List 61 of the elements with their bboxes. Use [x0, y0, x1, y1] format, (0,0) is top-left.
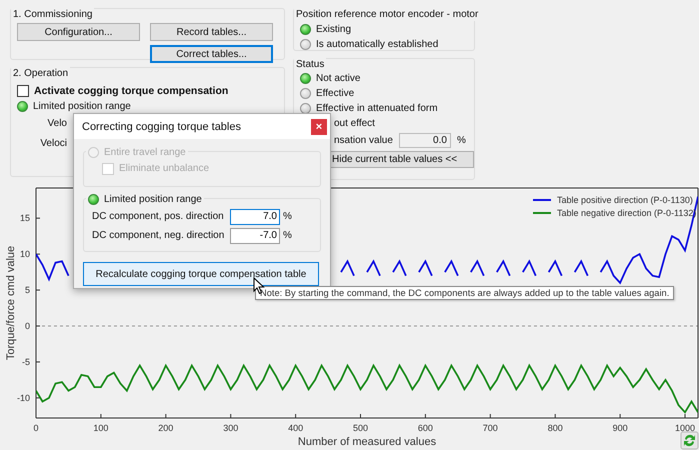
tick-label: 300 — [223, 423, 238, 433]
unit-label: % — [456, 134, 466, 146]
radio-label: Effective in attenuated form — [316, 103, 438, 114]
tick-label: 800 — [548, 423, 563, 433]
radio-button[interactable] — [17, 101, 28, 112]
tick-label: 600 — [418, 423, 433, 433]
tick-label: 700 — [482, 423, 498, 433]
tick-label: 900 — [612, 423, 628, 433]
tick-label: 0 — [34, 423, 38, 433]
tick-label: 0 — [24, 321, 30, 331]
field-label: nsation value — [334, 134, 393, 146]
tick-label: -5 — [22, 356, 30, 367]
tick-label: 10 — [20, 249, 30, 260]
legend-label: Table positive direction (P-0-1130) — [557, 195, 693, 205]
tick-label: 200 — [158, 423, 174, 433]
tooltip: Note: By starting the command, the DC components are always added up to the table values again. — [255, 286, 674, 300]
refresh-icon[interactable] — [680, 432, 698, 450]
radio-button[interactable] — [300, 103, 311, 114]
radio-button[interactable] — [300, 39, 311, 50]
radio-label: Effective — [316, 88, 354, 99]
dialog-title: Correcting cogging torque tables — [82, 120, 241, 132]
radio-button[interactable] — [88, 194, 99, 205]
tick-label: 400 — [288, 423, 304, 433]
tick-label: 5 — [24, 285, 30, 296]
radio-button[interactable] — [300, 88, 311, 99]
unit-label: % — [283, 211, 292, 222]
field-label: Velo — [46, 117, 67, 131]
dialog-button[interactable]: Correct tables... — [150, 45, 273, 63]
close-button[interactable]: × — [311, 118, 327, 134]
radio-label: Limited position range — [33, 101, 131, 112]
radio-label: out effect — [334, 118, 375, 129]
axis-title: Number of measured values — [298, 436, 436, 448]
radio-label: Entire travel range — [104, 146, 186, 159]
radio-label: Is automatically established — [316, 39, 438, 50]
radio-label: Limited position range — [104, 193, 202, 206]
group-title: 2. Operation — [11, 67, 70, 80]
radio-button[interactable] — [300, 73, 311, 84]
radio-label: Not active — [316, 73, 360, 84]
radio-button[interactable] — [300, 24, 311, 35]
checkbox-label: Eliminate unbalance — [119, 163, 210, 174]
dialog-button[interactable]: Configuration... — [17, 23, 140, 41]
recalculate-button[interactable]: Recalculate cogging torque compensation table — [83, 262, 319, 286]
dialog-button[interactable]: Record tables... — [150, 23, 273, 41]
unit-label: % — [283, 230, 292, 241]
radio-label: Existing — [316, 24, 352, 35]
input-field[interactable]: -7.0 — [230, 228, 280, 244]
group-title: 1. Commissioning — [11, 8, 94, 21]
checkbox-label: Activate cogging torque compensation — [34, 84, 228, 96]
value-field: 0.0 — [398, 132, 451, 148]
tick-label: 15 — [20, 213, 30, 224]
tick-label: 500 — [353, 423, 368, 433]
field-label: DC component, neg. direction — [92, 230, 226, 241]
checkbox[interactable] — [17, 84, 29, 96]
axis-title: Torque/force cmd value — [5, 246, 17, 360]
tick-label: -10 — [16, 392, 30, 403]
input-field[interactable]: 7.0 — [230, 208, 280, 224]
field-label: Veloci — [39, 137, 67, 151]
tick-label: 100 — [93, 423, 108, 433]
group-title: Position reference motor encoder - motor — [294, 8, 480, 21]
field-label: DC component, pos. direction — [92, 211, 225, 222]
tick-label: 1000 — [675, 423, 696, 433]
